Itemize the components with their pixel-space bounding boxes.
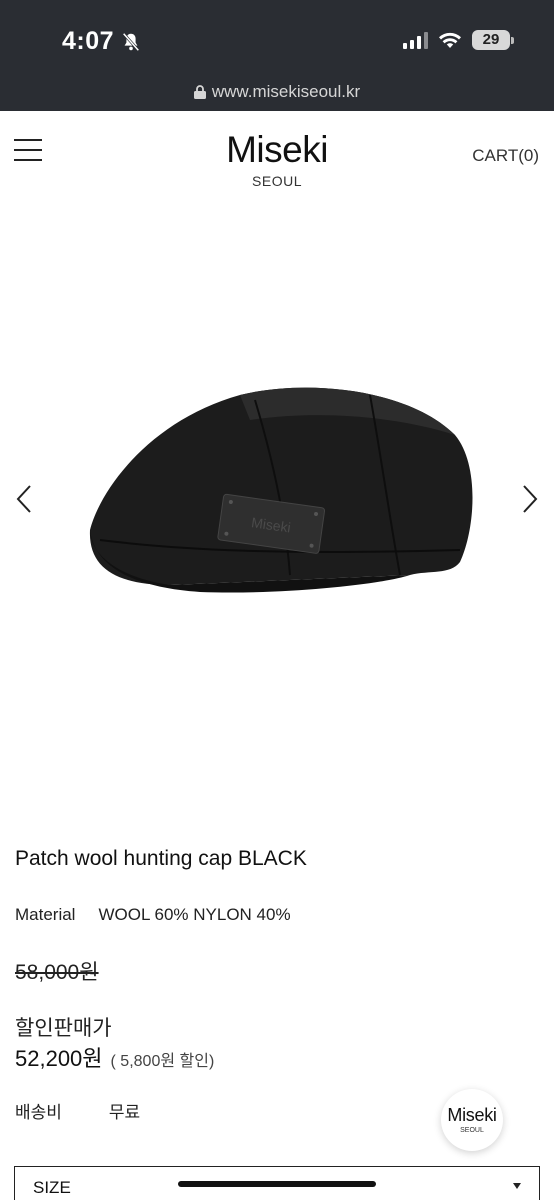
system-icons: 29 (403, 30, 514, 50)
brand-logo[interactable]: Miseki SEOUL (0, 129, 554, 189)
product-title: Patch wool hunting cap BLACK (15, 847, 307, 870)
size-select-label: SIZE (33, 1178, 71, 1197)
status-bar: 4:07 29 www.misekiseoul.kr (0, 0, 554, 111)
home-indicator[interactable] (178, 1181, 376, 1187)
sale-price: 52,200원 (15, 1046, 103, 1071)
shipping-value: 무료 (108, 1103, 141, 1122)
status-time-group: 4:07 (62, 27, 142, 56)
discount-amount: ( 5,800원 할인) (110, 1053, 215, 1070)
badge-brand-sub: SEOUL (460, 1127, 484, 1134)
sale-price-row: 52,200원 ( 5,800원 할인) (15, 1041, 214, 1073)
material-row: Material WOOL 60% NYLON 40% (15, 905, 291, 925)
chevron-left-icon[interactable] (12, 484, 36, 514)
floating-brand-button[interactable]: Miseki SEOUL (441, 1089, 503, 1151)
sale-price-label: 할인판매가 (15, 1017, 112, 1040)
bell-slash-icon (122, 32, 140, 51)
material-label: Material (15, 905, 76, 924)
shipping-row: 배송비 무료 (15, 1098, 140, 1123)
brand-subtitle: SEOUL (252, 173, 302, 189)
battery-icon: 29 (472, 30, 514, 50)
material-value: WOOL 60% NYLON 40% (98, 905, 291, 924)
shipping-label: 배송비 (15, 1103, 62, 1122)
original-price: 58,000원 (15, 961, 99, 984)
chevron-right-icon[interactable] (518, 484, 542, 514)
wifi-icon (439, 32, 461, 48)
url-bar[interactable]: www.misekiseoul.kr (0, 82, 554, 102)
caret-down-icon (513, 1183, 521, 1189)
brand-name: Miseki (226, 129, 328, 170)
product-image-hunting-cap: Miseki (89, 387, 473, 593)
badge-brand-name: Miseki (447, 1105, 497, 1125)
cart-link[interactable]: CART(0) (472, 146, 539, 166)
url-text: www.misekiseoul.kr (211, 82, 361, 101)
status-time: 4:07 (62, 27, 115, 55)
lock-icon (193, 85, 206, 99)
signal-icon (403, 31, 428, 49)
